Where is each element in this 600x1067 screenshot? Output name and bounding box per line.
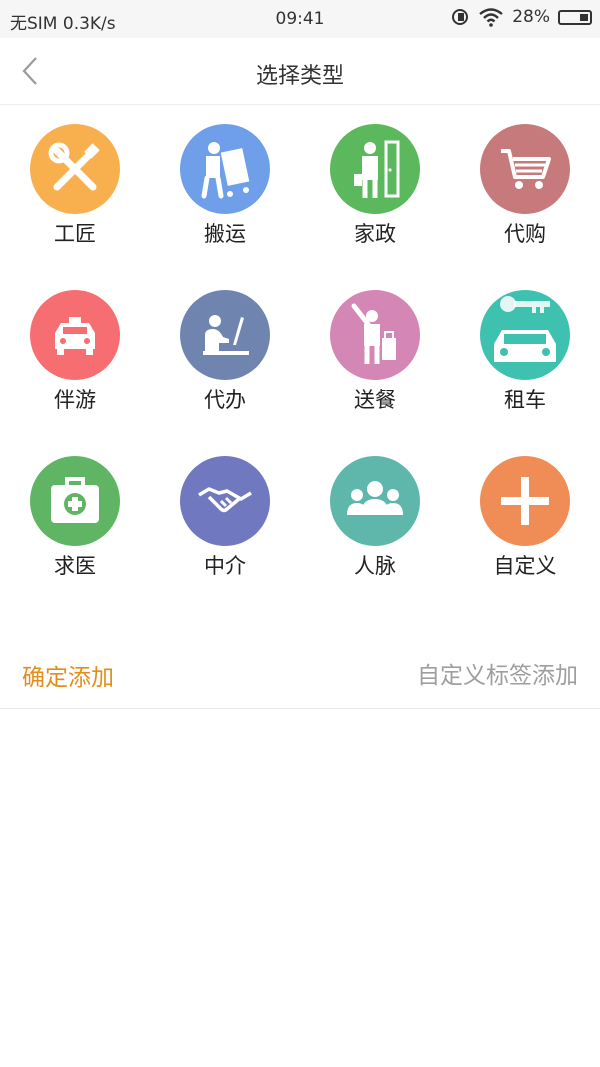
- category-tile-shopping[interactable]: 代购: [450, 104, 600, 254]
- category-icon-circle: [330, 124, 420, 214]
- custom-tag-add-button[interactable]: 自定义标签添加: [417, 656, 578, 690]
- handshake-icon: [198, 487, 252, 513]
- traveler-icon: [351, 303, 396, 364]
- category-tile-car-rental[interactable]: 租车: [450, 270, 600, 420]
- category-icon-circle: [480, 456, 570, 546]
- category-label: 伴游: [54, 388, 96, 412]
- category-icon-circle: [480, 290, 570, 380]
- category-label: 求医: [54, 554, 96, 578]
- category-label: 工匠: [54, 222, 96, 246]
- category-tile-craftsman[interactable]: 工匠: [0, 104, 150, 254]
- category-tile-errands[interactable]: 代办: [150, 270, 300, 420]
- category-label: 人脉: [354, 554, 396, 578]
- category-icon-circle: [30, 456, 120, 546]
- status-bar: 无SIM 0.3K/s 09:41 28%: [0, 0, 600, 38]
- category-label: 家政: [354, 222, 396, 246]
- category-tile-custom[interactable]: 自定义: [450, 436, 600, 586]
- taxi-icon: [55, 317, 95, 355]
- battery-icon: [558, 9, 592, 25]
- category-tile-network[interactable]: 人脉: [300, 436, 450, 586]
- action-row: 确定添加 自定义标签添加: [0, 640, 600, 709]
- category-label: 代购: [504, 222, 546, 246]
- category-label: 送餐: [354, 388, 396, 412]
- category-icon-circle: [480, 124, 570, 214]
- category-tile-agency[interactable]: 中介: [150, 436, 300, 586]
- shopping-cart-icon: [501, 149, 551, 189]
- category-label: 自定义: [493, 554, 557, 578]
- battery-percent: 28%: [512, 7, 550, 27]
- category-tile-companion[interactable]: 伴游: [0, 270, 150, 420]
- category-tile-food-delivery[interactable]: 送餐: [300, 270, 450, 420]
- status-icons: 28%: [450, 7, 592, 27]
- category-label: 搬运: [204, 222, 246, 246]
- page-title: 选择类型: [255, 64, 344, 89]
- mover-icon: [201, 142, 250, 199]
- car-key-icon: [494, 296, 556, 362]
- category-icon-circle: [180, 456, 270, 546]
- category-icon-circle: [330, 290, 420, 380]
- nav-bar: 选择类型: [0, 38, 600, 105]
- category-tile-housekeeping[interactable]: 家政: [300, 104, 450, 254]
- category-icon-circle: [30, 124, 120, 214]
- rotation-lock-icon: [452, 9, 469, 25]
- people-icon: [347, 481, 403, 515]
- category-tile-medical[interactable]: 求医: [0, 436, 150, 586]
- category-label: 中介: [204, 554, 246, 578]
- category-tile-moving[interactable]: 搬运: [150, 104, 300, 254]
- category-icon-circle: [180, 290, 270, 380]
- wifi-icon: [479, 8, 503, 27]
- tools-icon: [48, 142, 100, 191]
- category-icon-circle: [180, 124, 270, 214]
- category-label: 代办: [204, 388, 246, 412]
- category-label: 租车: [504, 388, 546, 412]
- housekeeping-icon: [354, 140, 400, 198]
- confirm-add-button[interactable]: 确定添加: [22, 658, 114, 692]
- office-worker-icon: [203, 315, 249, 355]
- category-icon-circle: [330, 456, 420, 546]
- medical-kit-icon: [51, 477, 99, 523]
- category-icon-circle: [30, 290, 120, 380]
- plus-icon: [501, 477, 549, 525]
